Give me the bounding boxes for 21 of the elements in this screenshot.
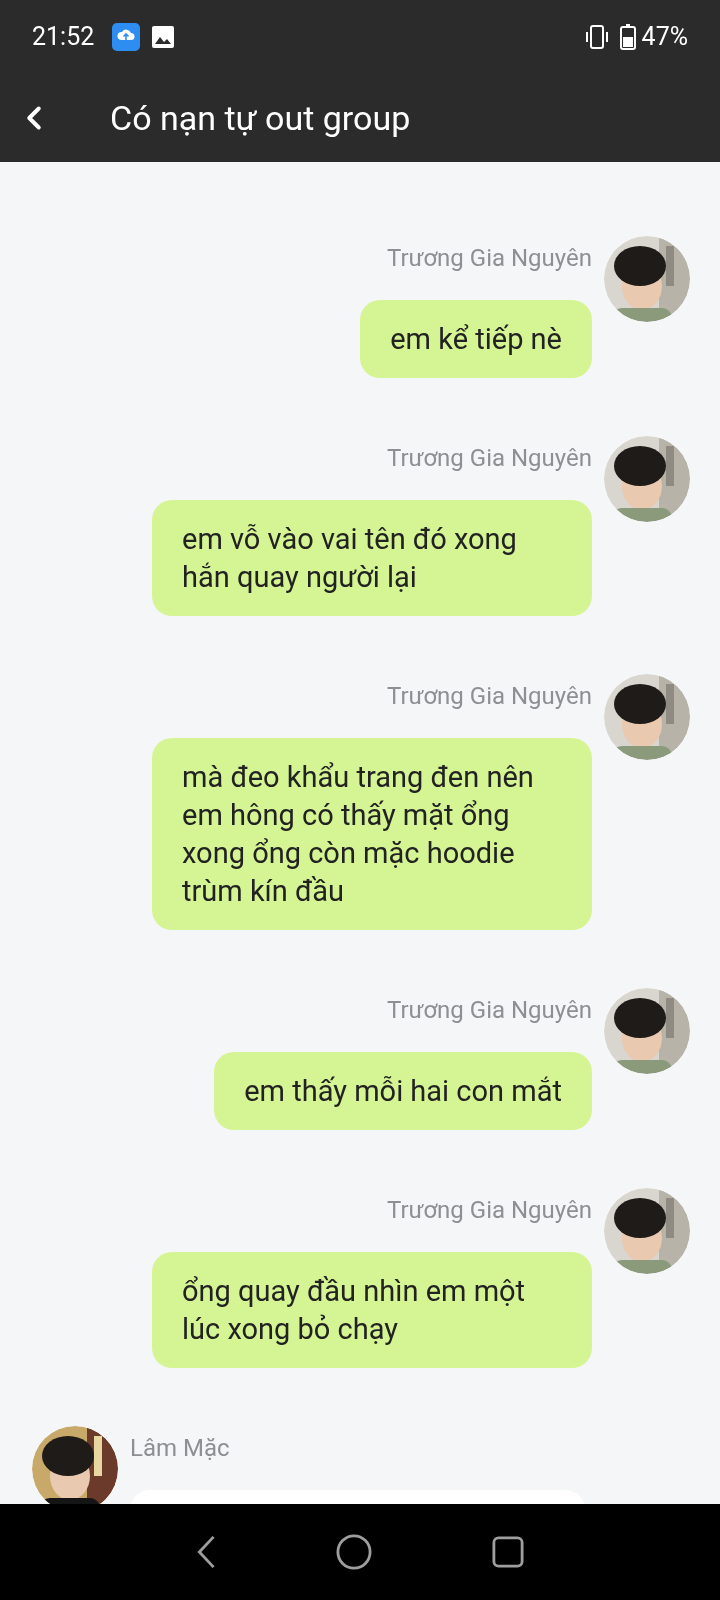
sender-name: Trương Gia Nguyên xyxy=(386,995,592,1026)
battery-icon xyxy=(619,24,636,50)
sender-name: Trương Gia Nguyên xyxy=(386,1195,592,1226)
sender-name: Trương Gia Nguyên xyxy=(386,243,592,274)
message-bubble: em vỗ vào vai tên đó xong hắn quay người lại xyxy=(152,500,592,616)
image-icon xyxy=(152,26,175,48)
recents-icon[interactable] xyxy=(492,1536,524,1568)
back-icon[interactable] xyxy=(196,1535,216,1569)
cloud-upload-icon xyxy=(112,23,141,51)
sender-name: Trương Gia Nguyên xyxy=(386,443,592,474)
battery-percent: 47% xyxy=(641,21,688,54)
sender-name: Trương Gia Nguyên xyxy=(386,681,592,712)
vibrate-icon xyxy=(583,24,610,50)
chat-title: Có nạn tự out group xyxy=(110,96,411,140)
message-bubble: ổng quay đầu nhìn em một lúc xong bỏ chạy xyxy=(152,1252,592,1368)
sender-name: Lâm Mặc xyxy=(130,1433,230,1464)
message-bubble: em kể tiếp nè xyxy=(360,300,592,378)
home-icon[interactable] xyxy=(336,1534,372,1570)
message-bubble: mà đeo khẩu trang đen nên em hông có thấy mặt ổng xong ổng còn mặc hoodie trùm kín đầu xyxy=(152,738,592,930)
message-bubble: em thấy mỗi hai con mắt xyxy=(214,1052,592,1130)
status-time: 21:52 xyxy=(32,21,95,54)
